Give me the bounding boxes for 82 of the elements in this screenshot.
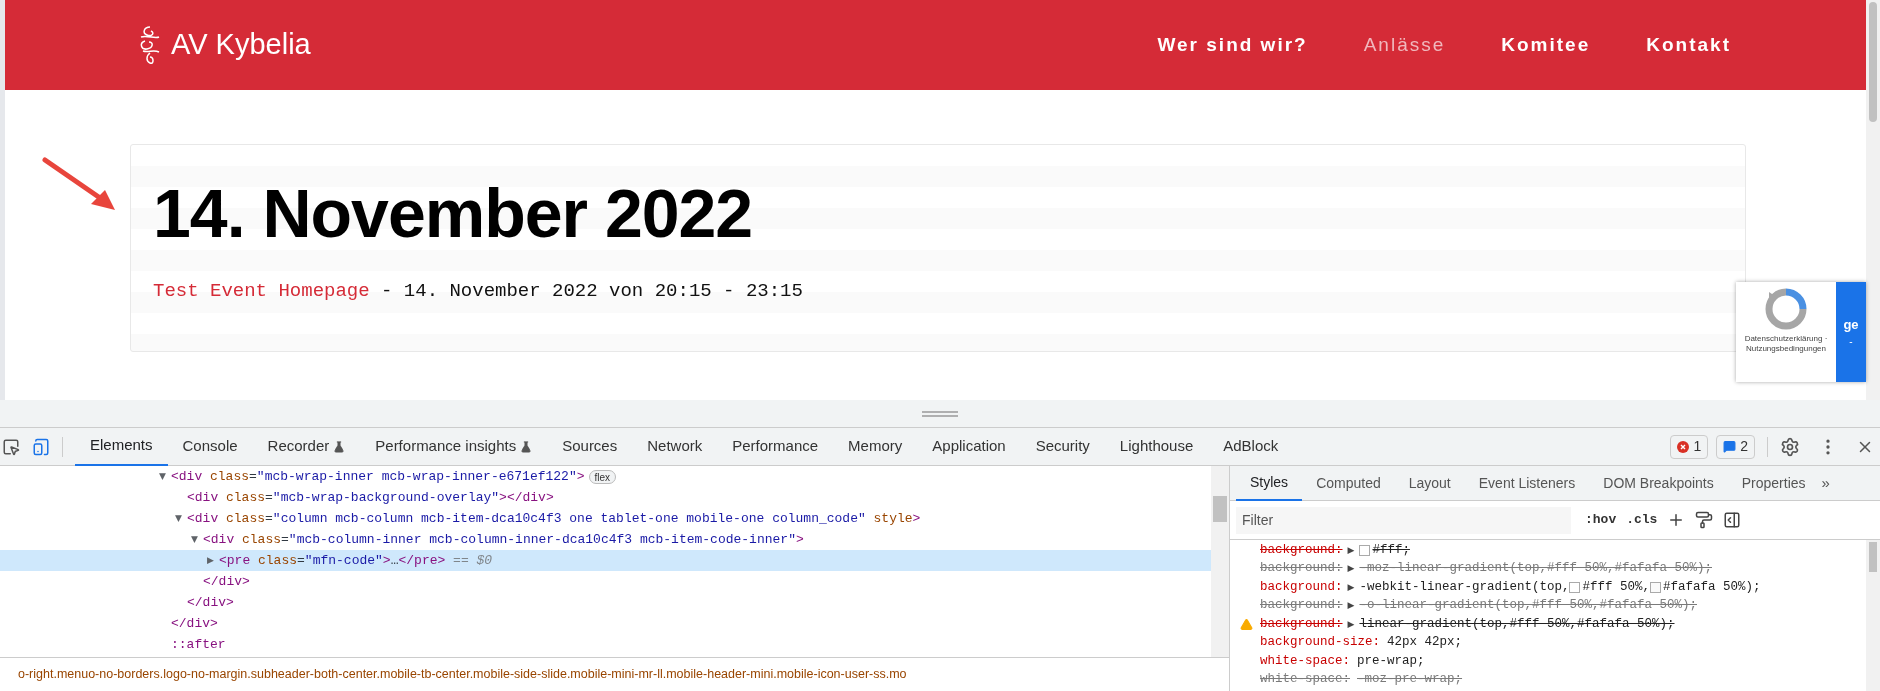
nav-link[interactable]: Wer sind wir? xyxy=(1157,30,1308,60)
css-declaration[interactable]: white-space: pre-wrap; xyxy=(1260,652,1866,671)
dom-close-tag: </div> xyxy=(171,613,218,634)
device-toolbar-icon[interactable] xyxy=(32,437,50,456)
tree-toggle-arrow[interactable]: ▼ xyxy=(159,472,166,481)
css-declaration[interactable]: background-size: 42px 42px; xyxy=(1260,633,1866,652)
event-details: - 14. November 2022 von 20:15 - 23:15 xyxy=(381,279,803,304)
sidebar-tab[interactable]: Layout xyxy=(1394,465,1465,501)
inspect-icon[interactable] xyxy=(2,437,20,456)
dom-line[interactable]: <div class="mcb-wrap-background-overlay"></div> xyxy=(0,487,1211,508)
devtools-tab[interactable]: Performance insights xyxy=(360,427,548,466)
sidebar-tab[interactable]: Event Listeners xyxy=(1464,465,1590,501)
color-swatch[interactable] xyxy=(1359,544,1371,556)
recaptcha-footer[interactable]: Datenschutzerklärung · Nutzungsbedingungen xyxy=(1738,334,1834,354)
flask-icon xyxy=(520,440,533,453)
hover-state-button[interactable]: :hov xyxy=(1585,510,1617,530)
message-count-badge[interactable]: 2 xyxy=(1716,434,1755,459)
dom-tag-text: ::after xyxy=(171,635,226,654)
nav-link[interactable]: Kontakt xyxy=(1646,30,1731,60)
css-declaration[interactable]: background: ▶ -moz-linear-gradient(top,#fff 50%,#fafafa 50%); xyxy=(1260,559,1866,578)
sidebar-tab[interactable]: Properties xyxy=(1727,465,1820,501)
dom-close-tag: </div> xyxy=(203,571,250,592)
event-link[interactable]: Test Event Homepage xyxy=(153,277,370,306)
paint-roller-icon[interactable] xyxy=(1695,511,1714,529)
dom-tag-text: <pre class="mfn-code">…</pre> == $0 xyxy=(219,551,493,570)
css-declaration[interactable]: background: ▶ #fff; xyxy=(1260,541,1866,560)
dom-line[interactable]: ▼ <div class="mcb-wrap-inner mcb-wrap-inner-e671ef122"> flex xyxy=(0,466,1211,487)
dom-line[interactable]: ::after xyxy=(0,634,1211,655)
dom-line[interactable]: ▼ <div class="column mcb-column mcb-item-dca10c4f3 one tablet-one mobile-one column_code" style> xyxy=(0,508,1211,529)
dom-scrollbar[interactable] xyxy=(1211,466,1229,657)
devtools-tab[interactable]: Sources xyxy=(547,427,633,466)
devtools-tab[interactable]: Performance xyxy=(717,427,834,466)
css-declaration[interactable]: background: ▶ linear-gradient(top,#fff 50%,#fafafa 50%); xyxy=(1240,615,1866,634)
page-scrollbar[interactable] xyxy=(1866,0,1880,400)
class-toggle-button[interactable]: .cls xyxy=(1626,510,1658,530)
color-swatch[interactable] xyxy=(1569,581,1581,593)
error-icon xyxy=(1677,440,1690,453)
event-date-heading: 14. November 2022 xyxy=(153,174,754,253)
breadcrumb-text[interactable]: o-right.menuo-no-borders.logo-no-margin.subheader-both-center.mobile-tb-center.mobile-side-slide.mobile-mini-mr-ll.mobile-header-mini.mobile-icon-user-ss.mo xyxy=(18,665,907,684)
flask-icon xyxy=(333,440,346,453)
resize-handle[interactable] xyxy=(0,400,1880,428)
dom-tag-text: <div class="column mcb-column mcb-item-dca10c4f3 one tablet-one mobile-one column_code" style> xyxy=(187,509,921,528)
nav-link[interactable]: Komitee xyxy=(1501,30,1591,60)
sidebar-toggle-icon[interactable] xyxy=(1723,511,1742,529)
color-swatch[interactable] xyxy=(1650,581,1661,593)
sidebar-tab[interactable]: Computed xyxy=(1302,465,1395,501)
recaptcha-label: ge xyxy=(1843,315,1859,334)
devtools-tab[interactable]: Lighthouse xyxy=(1104,427,1209,466)
devtools-tab[interactable]: AdBlock xyxy=(1208,427,1294,466)
more-tabs-button[interactable]: » xyxy=(1821,471,1830,495)
devtools-tab[interactable]: Console xyxy=(167,427,253,466)
drag-handle-icon[interactable] xyxy=(922,410,958,417)
warning-icon xyxy=(1240,617,1253,631)
recaptcha-logo-icon xyxy=(1765,288,1807,330)
message-icon xyxy=(1723,440,1737,453)
dom-tag-text: <div class="mcb-wrap-inner mcb-wrap-inner-e671ef122"> xyxy=(171,467,585,486)
devtools-tab[interactable]: Application xyxy=(917,427,1021,466)
dom-tag-text: <div class="mcb-wrap-background-overlay"></div> xyxy=(187,488,554,507)
css-declaration[interactable]: white-space: -moz-pre-wrap; xyxy=(1260,670,1866,689)
settings-icon[interactable] xyxy=(1780,436,1800,457)
filter-field[interactable]: Filter xyxy=(1236,506,1571,534)
devtools-tab[interactable]: Security xyxy=(1020,427,1105,466)
error-count-badge[interactable]: 1 xyxy=(1670,434,1709,459)
dom-close-tag: </div> xyxy=(187,592,234,613)
recaptcha-sub: - xyxy=(1849,335,1853,350)
sidebar-tab[interactable]: Styles xyxy=(1236,465,1303,501)
recaptcha-badge[interactable]: Datenschutzerklärung · Nutzungsbedingungen ge - xyxy=(1736,282,1866,382)
devtools-tab[interactable]: Network xyxy=(632,427,718,466)
tree-toggle-arrow[interactable]: ▶ xyxy=(207,556,214,565)
devtools-tab[interactable]: Elements xyxy=(75,427,168,466)
flex-badge[interactable]: flex xyxy=(588,469,617,484)
devtools-tab[interactable]: Memory xyxy=(833,427,918,466)
dom-tag-text: <div class="mcb-column-inner mcb-column-inner-dca10c4f3 mcb-item-code-inner"> xyxy=(203,530,804,549)
sidebar-tab[interactable]: DOM Breakpoints xyxy=(1589,465,1728,501)
css-declaration[interactable]: background: ▶ -webkit-linear-gradient(top, #fff 50%, #fafafa 50%); xyxy=(1260,578,1866,597)
tree-toggle-arrow[interactable]: ▼ xyxy=(175,514,182,523)
tree-toggle-arrow[interactable]: ▼ xyxy=(191,535,198,544)
brand-name[interactable]: AV Kybelia xyxy=(171,23,311,67)
dom-line[interactable]: ▼ <div class="mcb-column-inner mcb-column-inner-dca10c4f3 mcb-item-code-inner"> xyxy=(0,529,1211,550)
styles-scrollbar[interactable] xyxy=(1866,540,1880,691)
devtools-tab[interactable]: Recorder xyxy=(252,427,361,466)
css-declaration[interactable]: background: ▶ -o-linear-gradient(top,#fff 50%,#fafafa 50%); xyxy=(1260,596,1866,615)
